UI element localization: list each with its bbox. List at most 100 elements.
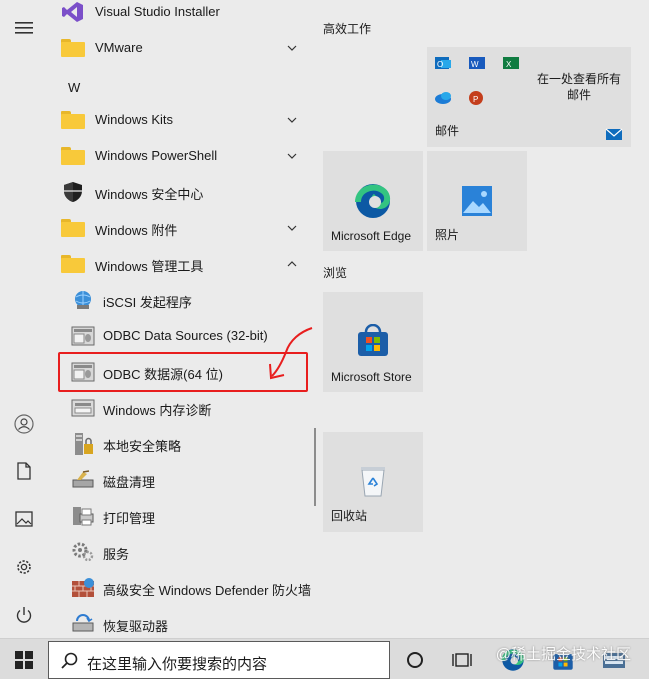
- document-icon: [17, 462, 31, 480]
- tile-mail[interactable]: O W X P 在一处查看所有邮件 邮件: [427, 47, 631, 147]
- tile-photos[interactable]: 照片: [427, 151, 527, 251]
- visual-studio-icon: [60, 0, 86, 24]
- memory-diagnostic-icon: [70, 396, 96, 420]
- print-management-icon: [70, 504, 96, 528]
- app-label: Windows 内存诊断: [103, 403, 212, 418]
- svg-text:P: P: [473, 95, 478, 104]
- watermark-text: @稀土掘金技术社区: [495, 646, 631, 663]
- tile-label: 邮件: [435, 124, 460, 138]
- folder-windows-kits[interactable]: Windows Kits: [48, 102, 308, 138]
- start-rail: [0, 0, 48, 638]
- svg-text:W: W: [471, 60, 479, 69]
- edge-icon: [355, 184, 390, 218]
- tile-microsoft-edge[interactable]: Microsoft Edge: [323, 151, 423, 251]
- gear-icon: [17, 560, 31, 574]
- firewall-icon: [70, 576, 96, 600]
- folder-windows-admin-tools[interactable]: Windows 管理工具: [48, 246, 308, 282]
- app-windows-security[interactable]: Windows 安全中心: [48, 174, 308, 210]
- security-policy-icon: [70, 432, 96, 456]
- documents-button[interactable]: [0, 451, 48, 491]
- power-icon: [16, 607, 32, 623]
- start-menu: Visual Studio Installer VMware W Windows…: [0, 0, 649, 638]
- chevron-down-icon: [287, 45, 297, 51]
- app-services[interactable]: 服务: [48, 534, 308, 570]
- tile-microsoft-store[interactable]: Microsoft Store: [323, 292, 423, 392]
- app-visual-studio-installer[interactable]: Visual Studio Installer: [48, 0, 308, 30]
- folder-icon: [60, 36, 86, 60]
- picture-icon: [15, 511, 33, 527]
- app-disk-cleanup[interactable]: 磁盘清理: [48, 462, 308, 498]
- app-label: Visual Studio Installer: [95, 4, 220, 19]
- app-label: Windows 附件: [95, 223, 178, 238]
- tile-group-title[interactable]: 浏览: [323, 264, 347, 281]
- recycle-bin-icon: [361, 467, 385, 497]
- tile-group-title[interactable]: 高效工作: [323, 20, 371, 37]
- app-list-scrollbar[interactable]: [314, 428, 316, 506]
- folder-icon: [60, 252, 86, 276]
- office-apps-icon: O W X P: [435, 57, 519, 105]
- start-button[interactable]: [4, 639, 44, 679]
- windows-logo-icon: [15, 650, 33, 669]
- app-label: 高级安全 Windows Defender 防火墙: [103, 583, 312, 598]
- svg-text:X: X: [506, 60, 512, 69]
- folder-icon: [60, 144, 86, 168]
- search-box[interactable]: 在这里输入你要搜索的内容: [48, 641, 390, 679]
- tile-label: 回收站: [331, 509, 368, 523]
- taskbar: 在这里输入你要搜索的内容 @稀土掘金技术社区: [0, 638, 649, 679]
- folder-icon: [60, 216, 86, 240]
- app-iscsi-initiator[interactable]: iSCSI 发起程序: [48, 282, 308, 318]
- photos-icon: [462, 186, 492, 216]
- folder-windows-powershell[interactable]: Windows PowerShell: [48, 138, 308, 174]
- chevron-down-icon: [287, 225, 297, 231]
- folder-vmware[interactable]: VMware: [48, 30, 308, 66]
- folder-icon: [60, 108, 86, 132]
- app-print-management[interactable]: 打印管理: [48, 498, 308, 534]
- app-label: 磁盘清理: [103, 475, 156, 490]
- power-button[interactable]: [0, 595, 48, 635]
- app-label: ODBC Data Sources (32-bit): [103, 328, 268, 343]
- app-label: 恢复驱动器: [103, 619, 169, 634]
- chevron-down-icon: [287, 117, 297, 123]
- app-label: 打印管理: [103, 511, 156, 526]
- task-view-button[interactable]: [442, 639, 482, 679]
- app-label: VMware: [95, 40, 143, 55]
- iscsi-icon: [70, 288, 96, 312]
- pictures-button[interactable]: [0, 499, 48, 539]
- app-label: Windows 安全中心: [95, 187, 204, 202]
- settings-button[interactable]: [0, 547, 48, 587]
- disk-cleanup-icon: [70, 468, 96, 492]
- tile-label: 照片: [435, 228, 460, 242]
- app-recovery-drive[interactable]: 恢复驱动器: [48, 606, 308, 638]
- recovery-drive-icon: [70, 612, 96, 636]
- services-icon: [70, 540, 96, 564]
- tile-label: Microsoft Store: [331, 370, 412, 384]
- app-memory-diagnostic[interactable]: Windows 内存诊断: [48, 390, 308, 426]
- app-label: 服务: [103, 547, 130, 562]
- app-label: iSCSI 发起程序: [103, 295, 192, 310]
- search-placeholder: 在这里输入你要搜索的内容: [87, 656, 268, 673]
- app-label: Windows Kits: [95, 112, 174, 127]
- svg-text:O: O: [437, 60, 443, 69]
- annotation-arrow-icon: [269, 327, 313, 380]
- app-label: 本地安全策略: [103, 439, 182, 454]
- mail-tile-message: 在一处查看所有邮件: [536, 72, 621, 102]
- user-icon: [14, 414, 34, 434]
- search-icon: [61, 652, 78, 669]
- expand-menu-button[interactable]: [0, 8, 48, 48]
- tile-recycle-bin[interactable]: 回收站: [323, 432, 423, 532]
- hamburger-icon: [15, 22, 33, 34]
- folder-windows-accessories[interactable]: Windows 附件: [48, 210, 308, 246]
- chevron-up-icon: [287, 261, 297, 267]
- user-account-button[interactable]: [0, 404, 48, 444]
- app-list: Visual Studio Installer VMware W Windows…: [48, 0, 316, 638]
- tile-label: Microsoft Edge: [331, 229, 412, 243]
- task-view-icon: [452, 652, 472, 667]
- app-local-security-policy[interactable]: 本地安全策略: [48, 426, 308, 462]
- app-label: Windows PowerShell: [95, 148, 218, 163]
- app-defender-firewall[interactable]: 高级安全 Windows Defender 防火墙: [48, 570, 312, 606]
- odbc-icon: [70, 324, 96, 348]
- cortana-button[interactable]: [395, 639, 435, 679]
- shield-icon: [60, 180, 86, 204]
- cortana-circle-icon: [407, 651, 423, 668]
- letter-header-w[interactable]: W: [68, 80, 80, 95]
